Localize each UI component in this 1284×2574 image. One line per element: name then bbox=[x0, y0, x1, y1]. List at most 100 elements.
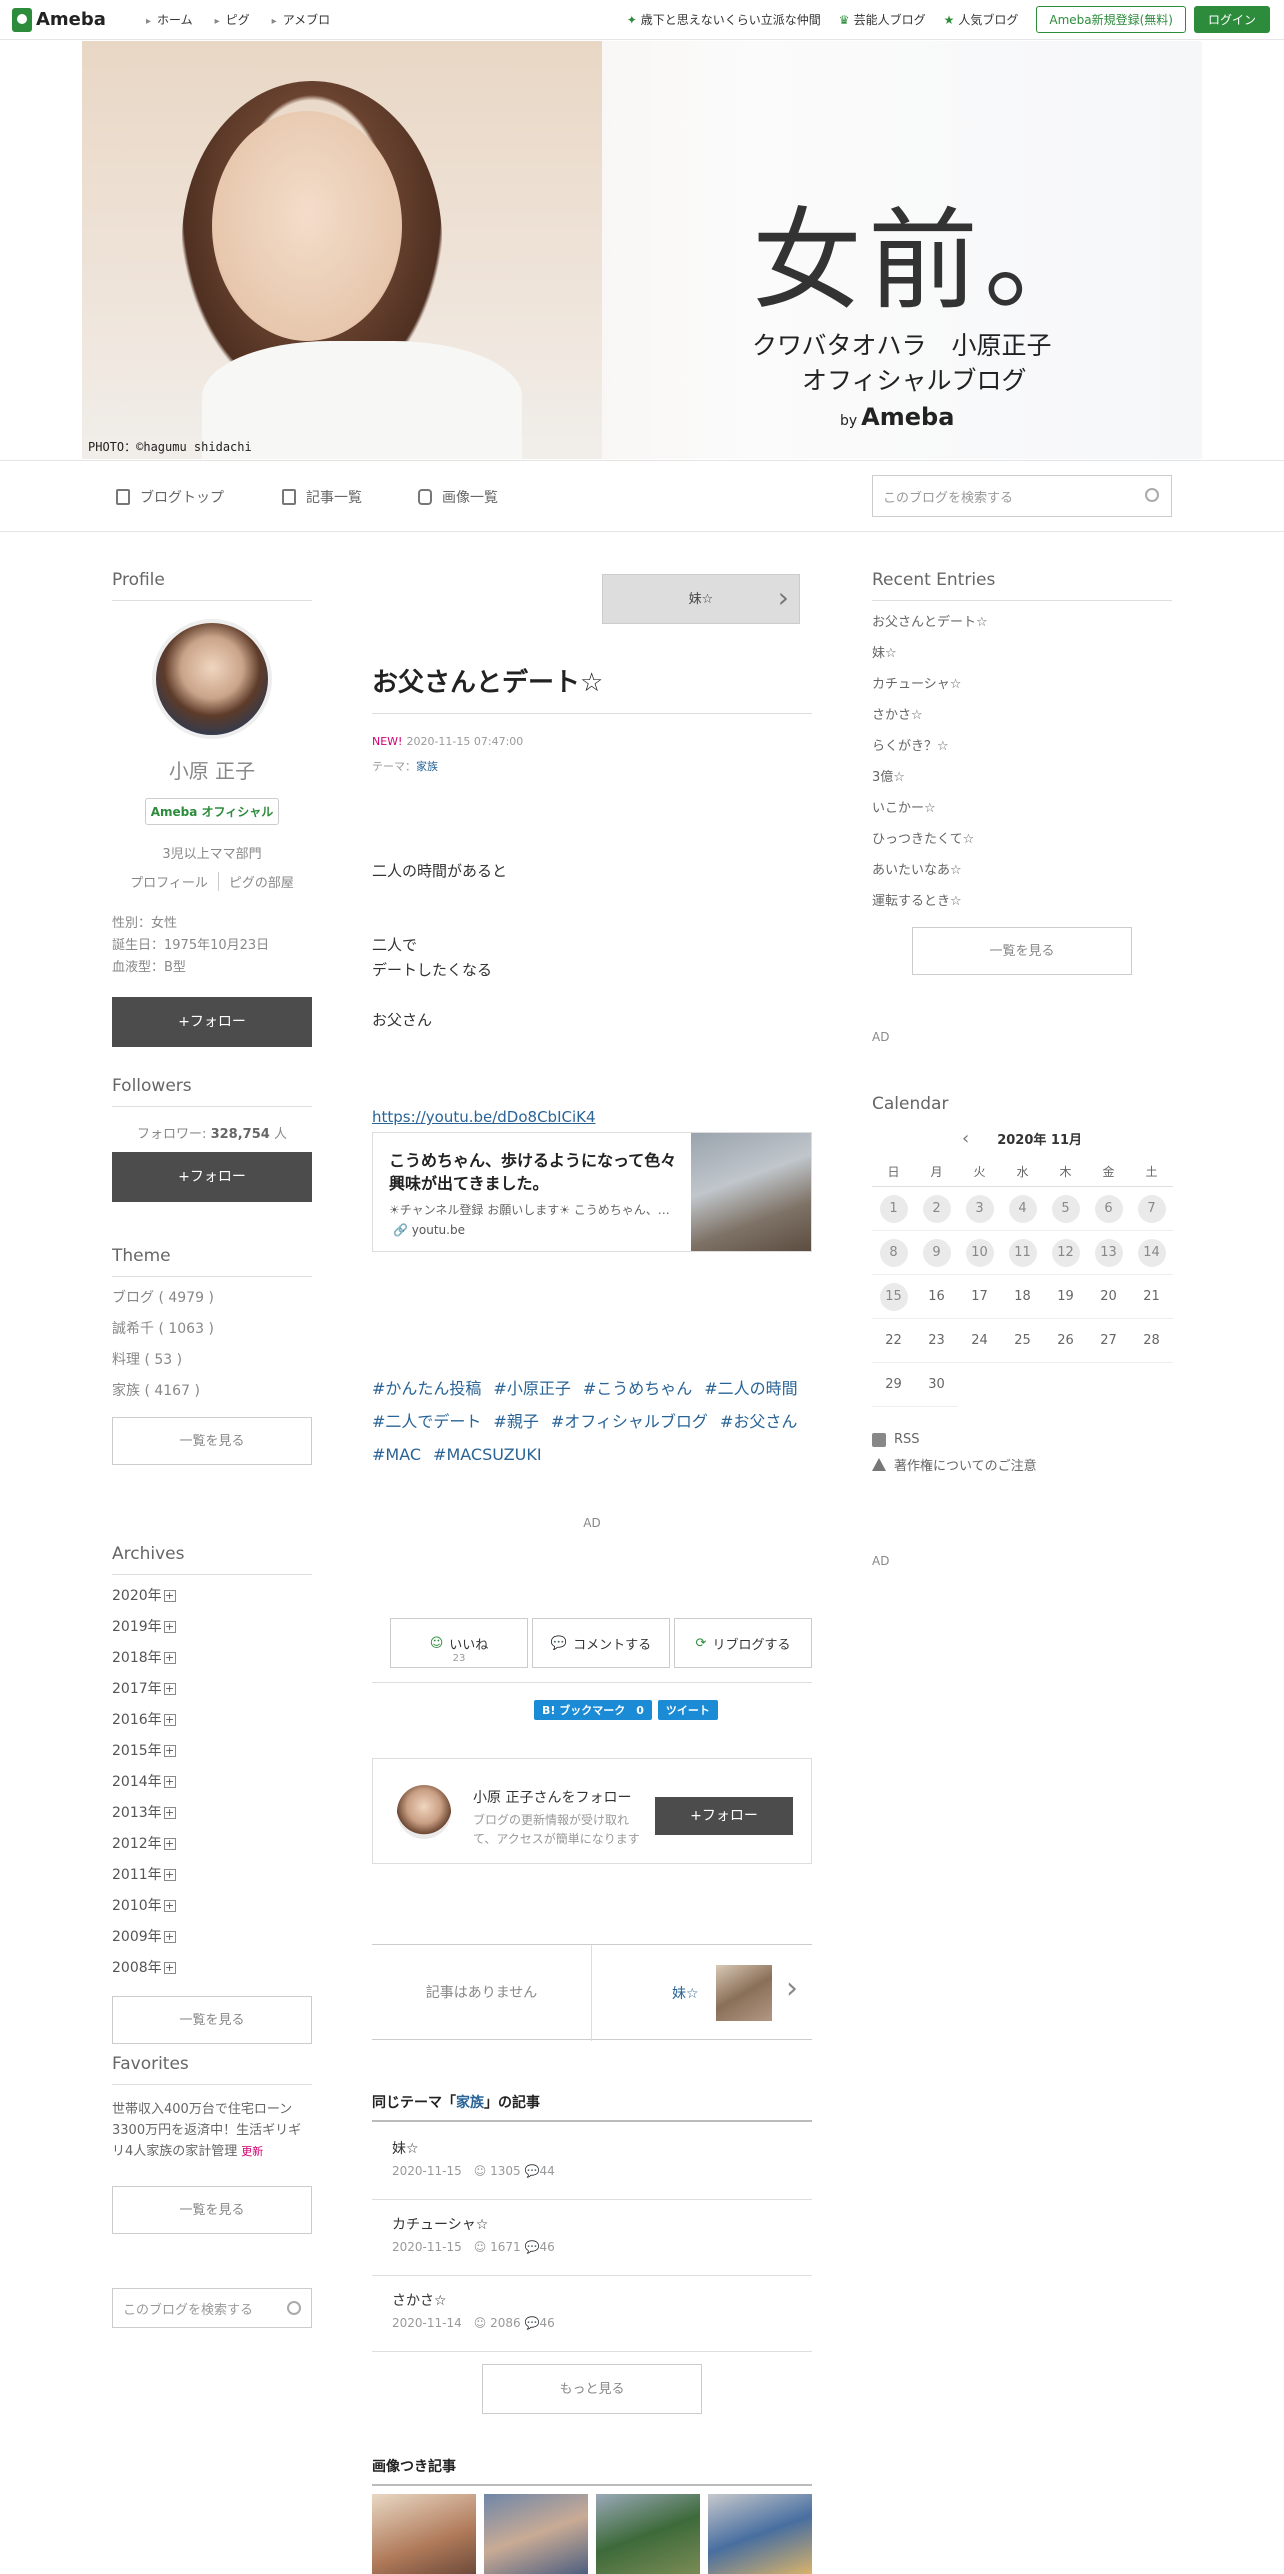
calendar-day[interactable]: 14 bbox=[1130, 1231, 1173, 1275]
comment-button[interactable]: 💬 コメントする bbox=[532, 1618, 670, 1668]
archive-year[interactable]: 2009年 + bbox=[112, 1922, 312, 1953]
tweet-button[interactable]: ツイート bbox=[657, 1700, 718, 1720]
expand-icon[interactable]: + bbox=[163, 1621, 176, 1633]
next-entry-link[interactable]: 妹☆ bbox=[672, 1983, 699, 2003]
hashtag[interactable]: #親子 bbox=[493, 1412, 538, 1431]
recent-entry[interactable]: 運転するとき☆ bbox=[872, 886, 1172, 917]
same-theme-item[interactable]: 妹☆ 2020-11-15 ☺ 1305 💬44 bbox=[372, 2124, 812, 2200]
expand-icon[interactable]: + bbox=[163, 1807, 176, 1819]
calendar-day[interactable]: 15 bbox=[872, 1275, 915, 1319]
calendar-day[interactable]: 5 bbox=[1044, 1187, 1087, 1231]
hashtag[interactable]: #MACSUZUKI bbox=[433, 1445, 542, 1464]
calendar-day[interactable]: 9 bbox=[915, 1231, 958, 1275]
nav-pig[interactable]: ピグ bbox=[215, 11, 250, 28]
same-theme-item[interactable]: さかさ☆ 2020-11-14 ☺ 2086 💬46 bbox=[372, 2276, 812, 2352]
menu-entry-list[interactable]: 記事一覧 bbox=[282, 487, 362, 507]
reblog-button[interactable]: ⟳ リブログする bbox=[674, 1618, 812, 1668]
header-link-1[interactable]: ✦ 歳下と思えないくらい立派な仲間 bbox=[627, 11, 821, 28]
hashtag[interactable]: #お父さん bbox=[720, 1412, 797, 1431]
archive-year[interactable]: 2012年 + bbox=[112, 1829, 312, 1860]
follow-card-button[interactable]: +フォロー bbox=[655, 1797, 793, 1835]
hashtag[interactable]: #かんたん投稿 bbox=[372, 1379, 481, 1398]
expand-icon[interactable]: + bbox=[163, 1652, 176, 1664]
expand-icon[interactable]: + bbox=[163, 1900, 176, 1912]
recent-entry[interactable]: カチューシャ☆ bbox=[872, 669, 1172, 700]
same-theme-link[interactable]: 家族 bbox=[456, 2095, 484, 2111]
archive-year[interactable]: 2020年 + bbox=[112, 1581, 312, 1612]
archive-year[interactable]: 2017年 + bbox=[112, 1674, 312, 1705]
archive-year[interactable]: 2018年 + bbox=[112, 1643, 312, 1674]
recent-more-button[interactable]: 一覧を見る bbox=[912, 927, 1132, 975]
profile-follow-button[interactable]: +フォロー bbox=[112, 997, 312, 1047]
calendar-day[interactable]: 4 bbox=[1001, 1187, 1044, 1231]
favorite-item[interactable]: 世帯収入400万台で住宅ローン3300万円を返済中！生活ギリギリ4人家族の家計管… bbox=[112, 2099, 312, 2162]
header-link-popular[interactable]: ★ 人気ブログ bbox=[944, 11, 1019, 28]
hashtag[interactable]: #小原正子 bbox=[493, 1379, 570, 1398]
favorites-more-button[interactable]: 一覧を見る bbox=[112, 2186, 312, 2234]
blog-search-input[interactable]: このブログを検索する bbox=[872, 475, 1172, 517]
copyright-notice-link[interactable]: 著作権についてのご注意 bbox=[872, 1455, 1172, 1474]
calendar-day[interactable]: 1 bbox=[872, 1187, 915, 1231]
expand-icon[interactable]: + bbox=[163, 1745, 176, 1757]
login-button[interactable]: ログイン bbox=[1193, 6, 1270, 33]
expand-icon[interactable]: + bbox=[163, 1590, 176, 1602]
recent-entry[interactable]: 3億☆ bbox=[872, 762, 1172, 793]
register-button[interactable]: Ameba新規登録(無料) bbox=[1036, 6, 1186, 33]
rss-link[interactable]: RSS bbox=[872, 1432, 1172, 1447]
archive-year[interactable]: 2011年 + bbox=[112, 1860, 312, 1891]
entry-title[interactable]: お父さんとデート☆ bbox=[372, 662, 812, 714]
recent-entry[interactable]: らくがき？☆ bbox=[872, 731, 1172, 762]
hashtag[interactable]: #二人の時間 bbox=[704, 1379, 797, 1398]
header-link-celebrity[interactable]: ♛ 芸能人ブログ bbox=[839, 11, 926, 28]
theme-item[interactable]: 誠希千 ( 1063 ) bbox=[112, 1314, 312, 1345]
calendar-day[interactable]: 12 bbox=[1044, 1231, 1087, 1275]
calendar-day[interactable]: 3 bbox=[958, 1187, 1001, 1231]
image-entry-thumbnail[interactable] bbox=[708, 2494, 812, 2574]
recent-entry[interactable]: さかさ☆ bbox=[872, 700, 1172, 731]
calendar-day[interactable]: 13 bbox=[1087, 1231, 1130, 1275]
nav-home[interactable]: ホーム bbox=[146, 11, 193, 28]
archive-year[interactable]: 2008年 + bbox=[112, 1953, 312, 1984]
archive-year[interactable]: 2013年 + bbox=[112, 1798, 312, 1829]
youtube-link[interactable]: https://youtu.be/dDo8CbICiK4 bbox=[372, 1108, 596, 1126]
chevron-right-icon[interactable]: › bbox=[786, 1971, 798, 2006]
hashtag[interactable]: #二人でデート bbox=[372, 1412, 481, 1431]
calendar-day[interactable]: 7 bbox=[1130, 1187, 1173, 1231]
follow-card-avatar[interactable] bbox=[397, 1785, 451, 1839]
profile-name[interactable]: 小原 正子 bbox=[112, 755, 312, 784]
recent-entry[interactable]: 妹☆ bbox=[872, 638, 1172, 669]
calendar-day[interactable]: 10 bbox=[958, 1231, 1001, 1275]
profile-category[interactable]: 3児以上ママ部門 bbox=[112, 843, 312, 862]
theme-item[interactable]: ブログ ( 4979 ) bbox=[112, 1283, 312, 1314]
youtube-card[interactable]: こうめちゃん、歩けるようになって色々興味が出てきました。 ☀チャンネル登録 お願… bbox=[372, 1132, 812, 1252]
chevron-left-icon[interactable]: ‹ bbox=[962, 1128, 969, 1149]
archives-more-button[interactable]: 一覧を見る bbox=[112, 1996, 312, 2044]
menu-blog-top[interactable]: ブログトップ bbox=[116, 487, 224, 507]
expand-icon[interactable]: + bbox=[163, 1869, 176, 1881]
recent-entry[interactable]: あいたいなあ☆ bbox=[872, 855, 1172, 886]
archive-year[interactable]: 2016年 + bbox=[112, 1705, 312, 1736]
calendar-day[interactable]: 6 bbox=[1087, 1187, 1130, 1231]
hashtag[interactable]: #MAC bbox=[372, 1445, 421, 1464]
image-entry-thumbnail[interactable] bbox=[484, 2494, 588, 2574]
profile-link[interactable]: プロフィール bbox=[120, 872, 219, 891]
recent-entry[interactable]: いこかー☆ bbox=[872, 793, 1172, 824]
menu-image-list[interactable]: 画像一覧 bbox=[418, 487, 498, 507]
archive-year[interactable]: 2015年 + bbox=[112, 1736, 312, 1767]
sidebar-search-input[interactable]: このブログを検索する bbox=[112, 2288, 312, 2328]
profile-avatar[interactable] bbox=[152, 619, 272, 739]
same-theme-item[interactable]: カチューシャ☆ 2020-11-15 ☺ 1671 💬46 bbox=[372, 2200, 812, 2276]
next-entry-button[interactable]: 妹☆ bbox=[602, 573, 800, 624]
theme-link[interactable]: 家族 bbox=[416, 760, 438, 773]
theme-item[interactable]: 家族 ( 4167 ) bbox=[112, 1376, 312, 1407]
like-button[interactable]: ☺ いいね 23 bbox=[390, 1618, 528, 1668]
expand-icon[interactable]: + bbox=[163, 1838, 176, 1850]
hatena-bookmark-button[interactable]: B! ブックマーク 0 bbox=[534, 1700, 652, 1720]
recent-entry[interactable]: お父さんとデート☆ bbox=[872, 607, 1172, 638]
search-icon[interactable] bbox=[1145, 488, 1159, 502]
hashtag[interactable]: #こうめちゃん bbox=[583, 1379, 692, 1398]
nav-ameblo[interactable]: アメブロ bbox=[272, 11, 330, 28]
blog-header-image[interactable]: PHOTO：©hagumu shidachi 女前。 クワバタオハラ 小原正子 … bbox=[82, 41, 1202, 459]
theme-more-button[interactable]: 一覧を見る bbox=[112, 1417, 312, 1465]
archive-year[interactable]: 2010年 + bbox=[112, 1891, 312, 1922]
